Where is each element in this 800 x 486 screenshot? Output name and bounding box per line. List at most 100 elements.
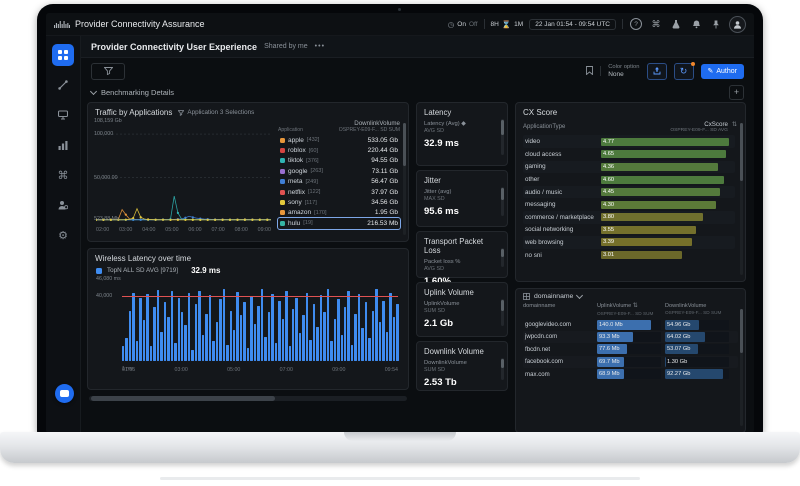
notifications-button[interactable]	[689, 17, 703, 31]
chat-icon	[60, 390, 69, 397]
cx-score-row[interactable]: audio / music4.45	[523, 186, 735, 199]
domain-row[interactable]: fbcdn.net77.6 Mb53.07 Gb	[523, 343, 738, 355]
latency-bar	[129, 311, 131, 361]
chat-fab[interactable]	[55, 384, 74, 403]
cx-scrollbar[interactable]	[740, 123, 743, 275]
cx-application-type: audio / music	[523, 189, 601, 196]
kpi-scrollbar[interactable]	[501, 187, 504, 216]
user-avatar[interactable]	[729, 16, 746, 33]
domain-row[interactable]: googlevideo.com140.0 Mb54.96 Gb	[523, 318, 738, 330]
shortcuts-button[interactable]: ⌘	[649, 17, 663, 31]
cx-score-row[interactable]: other4.60	[523, 173, 735, 186]
x-tick-label: 03:00	[119, 227, 132, 233]
traffic-app-row[interactable]: amazon[170]1.95 Gb	[278, 208, 400, 218]
domain-row[interactable]: max.com68.9 Mb92.27 Gb	[523, 368, 738, 380]
add-widget-button[interactable]: +	[729, 85, 744, 100]
dashboard-grid-icon	[58, 50, 68, 60]
traffic-col-device: OSPREY-E09-F...	[339, 127, 379, 133]
latency-bar	[282, 319, 284, 361]
cx-col-type: ApplicationType	[523, 121, 565, 130]
more-menu[interactable]: •••	[315, 43, 325, 50]
traffic-chart: 108,159 Gb 100,000 50,000.00 523.88 Mb 0…	[94, 119, 271, 233]
kpi-scrollbar[interactable]	[501, 248, 504, 267]
cx-score-row[interactable]: messaging4.30	[523, 198, 735, 211]
bookmark-button[interactable]	[586, 62, 593, 80]
kpi-title: Transport Packet Loss	[424, 238, 500, 256]
export-button[interactable]	[647, 63, 667, 80]
domain-panel-header[interactable]: domainname	[516, 289, 745, 302]
help-button[interactable]: ?	[629, 17, 643, 31]
datetime-range[interactable]: 22 Jan 01:54 - 09:54 UTC	[529, 19, 616, 30]
appbar-controls: ◷ On Off 8H ⌛ 1M 22 Jan 01:54 - 09:54 UT…	[448, 16, 746, 33]
cx-bar-area: 4.36	[601, 163, 735, 171]
sidebar-item-settings[interactable]: ⚙	[52, 224, 74, 246]
traffic-app-row[interactable]: tiktok[376]94.55 Gb	[278, 156, 400, 166]
design-tools-icon	[58, 80, 68, 90]
latency-bar	[386, 332, 388, 361]
horizontal-scrollbar[interactable]	[89, 396, 407, 401]
sidebar-item-design[interactable]	[52, 74, 74, 96]
downlink-value: 64.02 Gb	[667, 332, 690, 342]
refresh-button[interactable]: ↻	[674, 63, 694, 80]
domain-col-downlink[interactable]: DownlinkVolume OSPREY-E09-F... SD SUM	[665, 303, 729, 316]
wireless-x-axis: 01:5503:0005:0007:0009:0009:54	[122, 367, 398, 373]
cx-score-row[interactable]: cloud access4.65	[523, 148, 735, 161]
uplink-volume-cell: 69.7 Mb	[597, 357, 661, 367]
cx-bar-area: 3.80	[601, 213, 735, 221]
kpi-metric-label: Latency (Avg) ◆	[424, 121, 500, 127]
domain-row[interactable]: jwpcdn.com93.3 Mb64.02 Gb	[523, 331, 738, 343]
lab-button[interactable]	[669, 17, 683, 31]
domain-col-uplink[interactable]: UplinkVolume ⇅ OSPREY-E09-F... SD SUM	[597, 303, 661, 316]
time-range-control[interactable]: 8H ⌛ 1M	[491, 20, 524, 29]
color-option-control[interactable]: Color option None	[608, 64, 639, 78]
domain-scrollbar[interactable]	[740, 309, 743, 426]
cx-score-row[interactable]: no sni3.01	[523, 249, 735, 262]
cx-bar-area: 4.77	[601, 138, 735, 146]
cx-score-row[interactable]: web browsing3.39	[523, 236, 735, 249]
domain-name: max.com	[523, 371, 593, 378]
sort-icon[interactable]: ⇅	[732, 121, 737, 128]
sidebar-item-devices[interactable]	[52, 104, 74, 126]
kpi-scrollbar[interactable]	[501, 119, 504, 155]
pin-button[interactable]	[709, 17, 723, 31]
cx-score-row[interactable]: gaming4.36	[523, 161, 735, 174]
cx-score-bar	[601, 138, 729, 146]
sidebar-item-reports[interactable]	[52, 134, 74, 156]
sidebar-item-apps[interactable]: ⌘	[52, 164, 74, 186]
traffic-app-row[interactable]: hulu[19]216.53 Mb	[278, 218, 400, 228]
latency-bar	[302, 315, 304, 361]
latency-bar	[250, 296, 252, 361]
app-name: meta	[288, 178, 302, 185]
author-mode-button[interactable]: ✎ Author	[701, 64, 745, 79]
traffic-app-row[interactable]: meta[249]56.47 Gb	[278, 177, 400, 187]
kpi-scrollbar[interactable]	[501, 299, 504, 326]
filter-button[interactable]	[91, 63, 125, 80]
traffic-filter-control[interactable]: Application 3 Selections	[178, 109, 254, 116]
cx-application-type: messaging	[523, 201, 601, 208]
sidebar-item-users[interactable]	[52, 194, 74, 216]
cx-score-row[interactable]: commerce / marketplace3.80	[523, 211, 735, 224]
live-toggle[interactable]: ◷ On Off	[448, 20, 478, 29]
latency-bar	[372, 311, 374, 361]
sidebar-item-dashboards[interactable]	[52, 44, 74, 66]
wireless-legend[interactable]: TopN ALL SD AVG [9719] 32.9 ms	[88, 265, 408, 275]
x-tick-label: 07:00	[280, 367, 293, 373]
cx-score-row[interactable]: video4.77	[523, 135, 735, 148]
domain-row[interactable]: facebook.com69.7 Mb1.30 Gb	[523, 356, 738, 368]
traffic-ymin-label: 523.88 Mb	[94, 216, 119, 222]
traffic-app-row[interactable]: roblox[60]220.44 Gb	[278, 145, 400, 155]
kpi-scrollbar[interactable]	[501, 358, 504, 380]
cx-score-row[interactable]: social networking3.55	[523, 224, 735, 237]
traffic-app-row[interactable]: sony[117]34.56 Gb	[278, 197, 400, 207]
traffic-app-row[interactable]: google[263]73.11 Gb	[278, 166, 400, 176]
benchmarking-section-header[interactable]: Benchmarking Details +	[81, 84, 754, 100]
latency-bar	[139, 298, 141, 361]
app-name: apple	[288, 137, 304, 144]
traffic-scrollbar[interactable]	[403, 123, 406, 235]
webcam-icon	[398, 8, 401, 11]
domain-name: jwpcdn.com	[523, 333, 593, 340]
traffic-app-row[interactable]: netflix[122]37.97 Gb	[278, 187, 400, 197]
traffic-plot-area	[96, 127, 271, 221]
traffic-app-row[interactable]: apple[432]533.05 Gb	[278, 135, 400, 145]
latency-bar	[174, 343, 176, 361]
